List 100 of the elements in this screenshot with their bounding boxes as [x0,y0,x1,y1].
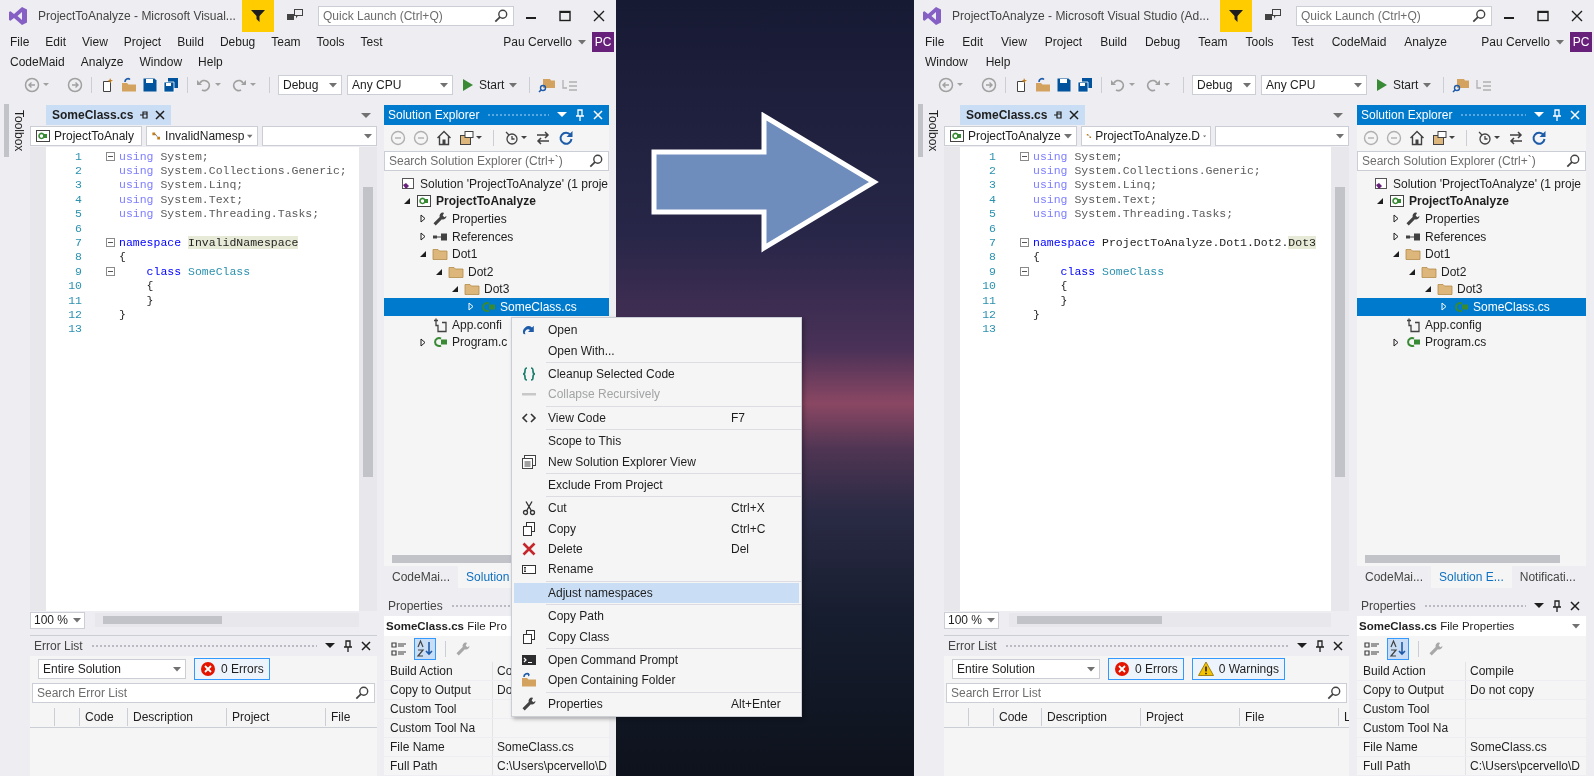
user-name[interactable]: Pau Cervello [503,35,572,49]
tree-item[interactable]: Dot1 [1357,245,1586,263]
start-button[interactable]: Start [458,78,522,92]
expand-arrow-icon[interactable] [1392,337,1400,347]
tree-item[interactable]: Solution 'ProjectToAnalyze' (1 proje [1357,175,1586,193]
column-header[interactable]: Code [80,708,128,726]
expand-arrow-icon[interactable] [419,337,427,347]
close-icon[interactable] [1571,10,1583,22]
home-icon[interactable] [1409,130,1425,146]
menu-item[interactable]: Team [263,35,309,49]
menu-item[interactable]: Tools [1236,35,1283,49]
menu-item[interactable]: Properties Alt+Enter [514,693,799,715]
menu-item[interactable]: Cleanup Selected Code [514,363,799,385]
sort-alphabetical-icon[interactable] [414,638,436,660]
collapse-arrow-icon[interactable] [1408,267,1416,276]
quick-launch-field[interactable]: Quick Launch (Ctrl+Q) [318,6,514,26]
configuration-dropdown[interactable]: Debug [1192,75,1256,95]
horizontal-scrollbar[interactable] [1357,552,1586,566]
pending-changes-icon[interactable] [1477,130,1501,146]
menu-item[interactable]: Open With... [514,340,799,361]
type-dropdown[interactable]: InvalidNamesp [146,126,258,146]
expand-arrow-icon[interactable] [1392,232,1400,242]
menu-item[interactable]: View Code F7 [514,407,799,428]
maximize-icon[interactable] [1537,10,1549,22]
project-dropdown[interactable]: ProjectToAnalyze [944,126,1077,146]
menu-item[interactable]: Open [514,320,799,341]
user-avatar[interactable]: PC [592,32,614,52]
tree-item[interactable]: App.config [1357,315,1586,334]
tree-item[interactable]: Dot2 [384,262,609,281]
property-value[interactable]: SomeClass.cs [497,740,574,754]
collapse-icon[interactable] [1020,238,1029,248]
tree-item[interactable]: Dot2 [1357,262,1586,281]
close-icon[interactable] [1570,601,1580,611]
save-all-icon[interactable] [163,77,179,93]
tree-item[interactable]: Properties [384,210,609,228]
type-dropdown[interactable]: ProjectToAnalyze.D [1081,126,1211,146]
tree-item[interactable]: Program.cs [1357,333,1586,351]
menu-item[interactable]: Project [115,35,170,49]
filter-toggle[interactable]: 0 Warnings [1191,658,1285,680]
pin-icon[interactable] [1315,640,1325,652]
configuration-dropdown[interactable]: Debug [278,75,342,95]
menu-item[interactable]: Edit [37,35,75,49]
panel-tab[interactable]: CodeMai... [1357,566,1432,588]
open-folder-icon[interactable] [121,77,137,93]
menu-item[interactable]: File [916,35,954,49]
zoom-dropdown[interactable]: 100 % [30,611,85,629]
menu-item[interactable]: Tools [308,35,353,49]
search-field[interactable]: Search Solution Explorer (Ctrl+`) [384,151,609,171]
horizontal-scrollbar[interactable] [1009,613,1331,627]
quick-launch-field[interactable]: Quick Launch (Ctrl+Q) [1296,6,1492,26]
zoom-dropdown[interactable]: 100 % [944,611,999,629]
tree-item[interactable]: ProjectToAnalyze [1357,192,1586,211]
menu-item[interactable]: Analyze [1395,35,1457,49]
platform-dropdown[interactable]: Any CPU [347,75,453,95]
property-value[interactable]: SomeClass.cs [1470,740,1547,754]
column-header[interactable]: File [326,708,377,726]
property-value[interactable]: Compile [1470,664,1514,678]
menu-item[interactable]: Help [976,55,1020,69]
switch-views-icon[interactable] [459,130,483,146]
new-item-icon[interactable] [100,77,116,93]
menu-item[interactable]: Exclude From Project [514,474,799,496]
menu-item[interactable]: File [2,35,38,49]
menu-item[interactable]: Build [1091,35,1136,49]
column-header[interactable]: Project [1141,708,1240,726]
column-header[interactable]: Description [128,708,227,726]
user-name[interactable]: Pau Cervello [1481,35,1550,49]
notification-button[interactable] [1220,0,1252,32]
menu-item[interactable]: Debug [211,35,264,49]
menu-item[interactable]: Analyze [72,55,132,69]
menu-item[interactable]: Adjust namespaces [514,582,799,604]
collapse-arrow-icon[interactable] [435,267,443,276]
menu-item[interactable]: Debug [1135,35,1190,49]
notification-button[interactable] [242,0,274,32]
tree-item[interactable]: SomeClass.cs [1357,298,1586,316]
home-icon[interactable] [436,130,452,146]
property-value[interactable]: C:\Users\pcervello\D [497,759,608,773]
menu-item[interactable]: Cut Ctrl+X [514,498,799,519]
search-field[interactable]: Search Solution Explorer (Ctrl+`) [1357,151,1586,171]
pin-icon[interactable] [1552,600,1562,612]
menu-item[interactable]: CodeMaid [2,55,73,69]
column-header[interactable]: Description [1042,708,1141,726]
menu-item[interactable]: Build [169,35,212,49]
expand-arrow-icon[interactable] [419,232,427,242]
panel-tab[interactable]: Solution E... [1431,566,1512,588]
pin-icon[interactable] [343,640,353,652]
search-field[interactable]: Search Error List [32,683,375,703]
tree-item[interactable]: Properties [1357,210,1586,228]
menu-item[interactable]: Open Containing Folder [514,670,799,691]
menu-item[interactable]: Test [1282,35,1323,49]
save-icon[interactable] [1056,77,1072,93]
save-icon[interactable] [142,77,158,93]
panel-tab[interactable]: Notificati... [1511,566,1584,588]
expand-arrow-icon[interactable] [419,214,427,224]
pin-icon[interactable] [1053,110,1064,120]
menu-item[interactable]: Delete Del [514,538,799,560]
tree-item[interactable]: Dot1 [384,245,609,263]
menu-item[interactable]: Copy Ctrl+C [514,518,799,539]
tree-item[interactable]: SomeClass.cs [384,298,609,316]
collapse-arrow-icon[interactable] [419,250,427,259]
close-icon[interactable] [361,641,371,651]
